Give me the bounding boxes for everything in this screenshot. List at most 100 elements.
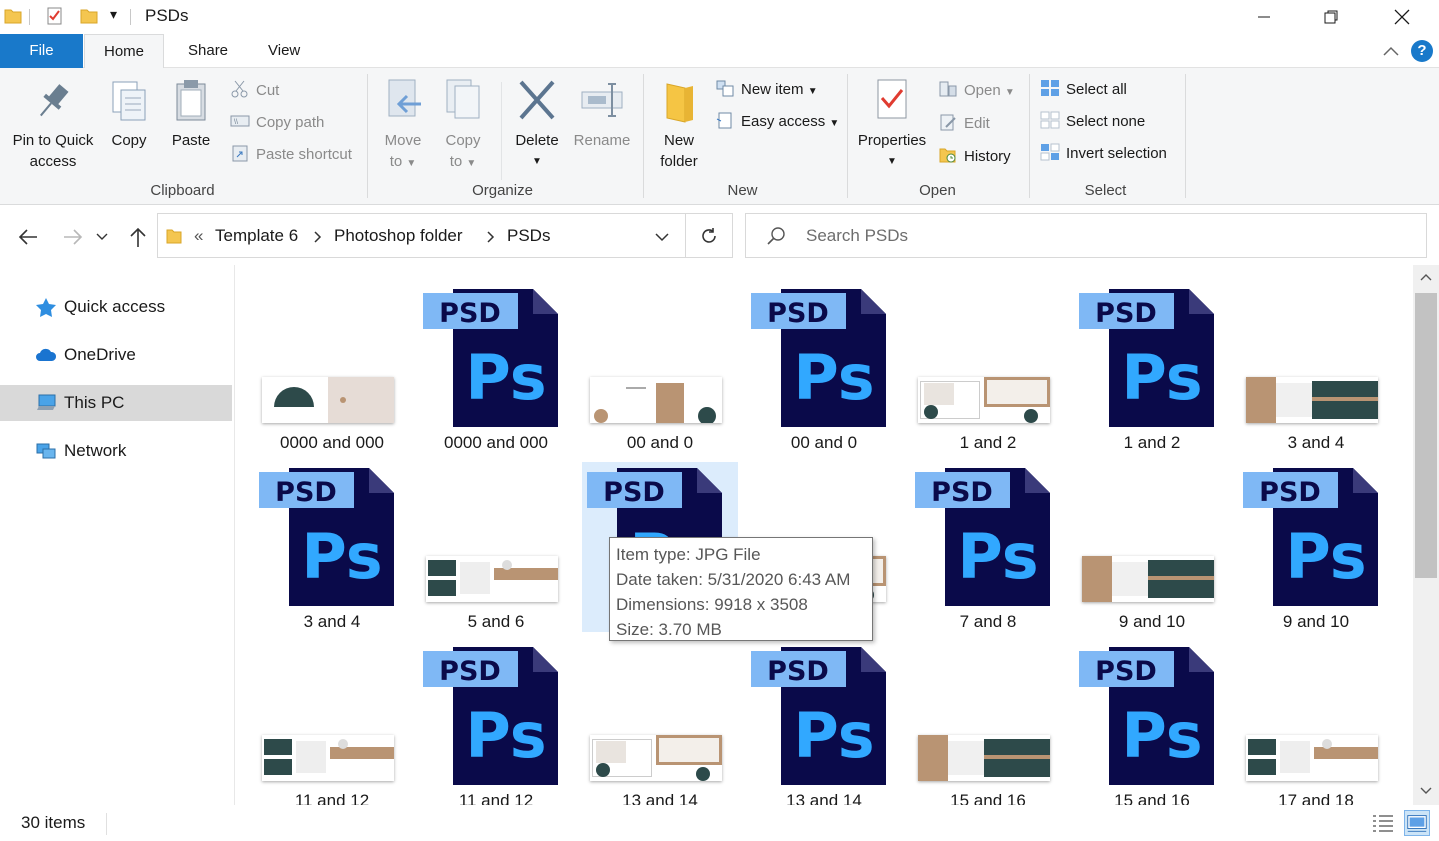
folder-icon	[166, 229, 182, 244]
scroll-up-icon[interactable]	[1420, 273, 1432, 281]
copy-path-button[interactable]: \\ Copy path	[230, 111, 324, 135]
jpg-file-item[interactable]: 11 and 12	[254, 641, 410, 805]
new-folder-qat-icon[interactable]	[80, 7, 98, 25]
search-box[interactable]: Search PSDs	[745, 213, 1427, 258]
address-bar[interactable]: « Template 6 Photoshop folder PSDs	[157, 213, 686, 258]
new-folder-button[interactable]: New folder	[652, 76, 706, 172]
new-folder-label-line2: folder	[660, 153, 698, 170]
psd-file-item[interactable]: PSD Ps 00 and 0	[746, 283, 902, 453]
file-name-label: 15 and 16	[950, 791, 1026, 805]
copy-icon	[112, 81, 146, 121]
move-to-button[interactable]: Move to ▼	[378, 76, 428, 174]
copy-button[interactable]: Copy	[104, 76, 154, 151]
tooltip-item-type: Item type: JPG File	[616, 545, 761, 564]
edit-label: Edit	[964, 115, 990, 132]
psd-file-item[interactable]: PSD Ps 11 and 12	[418, 641, 574, 805]
search-icon	[767, 227, 785, 245]
pin-to-quick-access-button[interactable]: Pin to Quick access	[8, 76, 98, 172]
breadcrumb-psds[interactable]: PSDs	[507, 226, 550, 246]
recent-locations-button[interactable]	[93, 223, 111, 251]
copy-to-button[interactable]: Copy to ▼	[438, 76, 488, 174]
invert-selection-button[interactable]: Invert selection	[1040, 142, 1167, 166]
jpg-file-item[interactable]: 15 and 16	[910, 641, 1066, 805]
history-button[interactable]: History	[938, 145, 1011, 169]
jpg-file-item[interactable]: 00 and 0	[582, 283, 738, 453]
jpg-file-item[interactable]: 1 and 2	[910, 283, 1066, 453]
address-history-dropdown-icon[interactable]	[655, 232, 669, 242]
breadcrumb-photoshop-folder[interactable]: Photoshop folder	[334, 226, 463, 246]
paste-button[interactable]: Paste	[166, 76, 216, 151]
easy-access-icon	[716, 112, 732, 129]
jpg-file-item[interactable]: 5 and 6	[418, 462, 574, 632]
easy-access-button[interactable]: Easy access ▼	[715, 110, 839, 134]
close-button[interactable]	[1367, 0, 1437, 34]
group-divider	[501, 82, 502, 180]
scrollbar-thumb[interactable]	[1415, 293, 1437, 578]
psd-file-item[interactable]: PSD Ps 3 and 4	[254, 462, 410, 632]
breadcrumb-template-6[interactable]: Template 6	[215, 226, 298, 246]
chevron-right-icon[interactable]	[486, 231, 496, 243]
image-thumbnail	[262, 377, 394, 423]
nav-item-onedrive[interactable]: OneDrive	[0, 337, 232, 373]
item-count: 30 items	[21, 813, 86, 832]
file-name-label: 7 and 8	[959, 612, 1017, 631]
copy-label: Copy	[111, 132, 147, 149]
jpg-file-item[interactable]: 3 and 4	[1238, 283, 1394, 453]
nav-item-network[interactable]: Network	[0, 433, 232, 469]
search-input[interactable]: Search PSDs	[806, 226, 908, 246]
new-item-button[interactable]: New item ▼	[715, 78, 818, 102]
details-view-icon[interactable]	[1370, 810, 1396, 836]
cut-button[interactable]: Cut	[230, 79, 279, 103]
select-all-button[interactable]: Select all	[1040, 78, 1127, 102]
collapse-ribbon-icon[interactable]	[1382, 44, 1400, 58]
rename-button[interactable]: Rename	[572, 76, 632, 151]
forward-button[interactable]	[59, 223, 87, 251]
open-button[interactable]: Open ▼	[938, 79, 1015, 103]
vertical-scrollbar[interactable]	[1413, 265, 1439, 805]
breadcrumb-overflow[interactable]: «	[194, 226, 203, 246]
open-icon	[939, 81, 957, 97]
properties-button[interactable]: Properties ▼	[852, 76, 932, 172]
file-name-label: 9 and 10	[1282, 612, 1350, 631]
psd-file-item[interactable]: PSD Ps 1 and 2	[1074, 283, 1230, 453]
image-thumbnail	[1246, 735, 1378, 781]
psd-file-item[interactable]: PSD Ps 15 and 16	[1074, 641, 1230, 805]
jpg-file-item[interactable]: 17 and 18	[1238, 641, 1394, 805]
select-none-button[interactable]: Select none	[1040, 110, 1145, 134]
file-name-label: 11 and 12	[294, 791, 370, 805]
minimize-icon	[1258, 16, 1270, 18]
customize-qat-dropdown-icon[interactable]: ▾	[110, 6, 117, 23]
restore-button[interactable]	[1296, 0, 1366, 34]
psd-file-item[interactable]: PSD Ps 0000 and 000	[418, 283, 574, 453]
back-button[interactable]	[14, 223, 42, 251]
large-icons-view-icon[interactable]	[1404, 810, 1430, 836]
image-thumbnail	[918, 377, 1050, 423]
chevron-down-icon: ▼	[406, 158, 417, 169]
paste-shortcut-button[interactable]: Paste shortcut	[230, 143, 352, 167]
tab-view[interactable]: View	[250, 34, 318, 68]
nav-item-quick-access[interactable]: Quick access	[0, 289, 232, 325]
edit-button[interactable]: Edit	[938, 112, 990, 136]
tab-file[interactable]: File	[0, 34, 83, 68]
psd-file-item[interactable]: PSD Ps 9 and 10	[1238, 462, 1394, 632]
psd-file-item[interactable]: PSD Ps 7 and 8	[910, 462, 1066, 632]
scroll-down-icon[interactable]	[1420, 787, 1432, 795]
psd-file-item[interactable]: PSD Ps 13 and 14	[746, 641, 902, 805]
arrow-left-icon	[18, 229, 37, 245]
jpg-file-item[interactable]: 13 and 14	[582, 641, 738, 805]
tab-home[interactable]: Home	[84, 34, 164, 69]
up-button[interactable]	[124, 223, 152, 251]
jpg-file-item[interactable]: 0000 and 000	[254, 283, 410, 453]
jpg-file-item[interactable]: 9 and 10	[1074, 462, 1230, 632]
refresh-button[interactable]	[685, 213, 733, 258]
properties-qat-icon[interactable]	[46, 7, 64, 25]
status-divider	[106, 813, 107, 835]
clipboard-group-label: Clipboard	[150, 182, 215, 199]
tab-share[interactable]: Share	[170, 34, 246, 68]
delete-button[interactable]: Delete ▼	[510, 76, 564, 172]
file-info-tooltip: Item type: JPG File Date taken: 5/31/202…	[609, 537, 873, 641]
minimize-button[interactable]	[1229, 0, 1299, 34]
chevron-right-icon[interactable]	[313, 231, 323, 243]
nav-item-this-pc[interactable]: This PC	[0, 385, 232, 421]
help-icon[interactable]: ?	[1411, 40, 1433, 62]
